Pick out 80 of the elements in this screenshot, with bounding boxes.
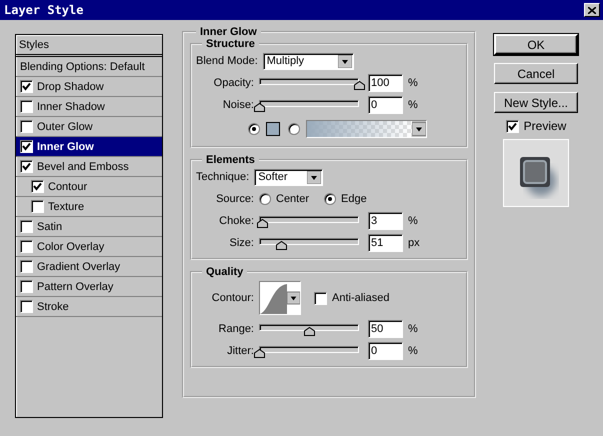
checkbox[interactable] — [20, 260, 33, 273]
style-list-item[interactable]: Gradient Overlay — [16, 257, 162, 277]
section-title: Structure — [205, 38, 256, 50]
checkbox-label: Preview — [524, 119, 566, 133]
slider-thumb[interactable] — [254, 349, 265, 358]
contour-picker[interactable] — [259, 281, 301, 315]
panel-title: Inner Glow — [199, 26, 258, 38]
field-label: Opacity: — [212, 77, 254, 89]
field-label: Source: — [215, 193, 254, 205]
dialog-button[interactable]: Cancel — [494, 63, 578, 84]
style-list-item[interactable]: Drop Shadow — [16, 77, 162, 97]
size-field[interactable]: 51 — [368, 234, 403, 252]
style-list-item[interactable]: Contour — [16, 177, 162, 197]
checkbox-label: Anti-aliased — [332, 292, 390, 304]
dialog-button[interactable]: OK — [494, 34, 578, 55]
gradient-picker[interactable] — [306, 120, 427, 138]
style-list-item[interactable]: Inner Shadow — [16, 97, 162, 117]
choke-field[interactable]: 3 — [368, 212, 403, 230]
field-label: Choke: — [218, 215, 254, 227]
radio-button[interactable] — [288, 123, 300, 135]
checkbox[interactable] — [20, 160, 33, 173]
unit-label: % — [408, 323, 418, 335]
unit-label: % — [408, 215, 418, 227]
section-title: Quality — [205, 266, 244, 278]
contour-curve-icon — [260, 282, 287, 314]
radio-label: Center — [276, 193, 310, 205]
style-list-item[interactable]: Bevel and Emboss — [16, 157, 162, 177]
slider-thumb[interactable] — [254, 103, 265, 112]
close-icon — [588, 6, 596, 14]
checkbox[interactable] — [31, 200, 44, 213]
style-list-item[interactable]: Stroke — [16, 297, 162, 317]
radio-label: Edge — [341, 193, 367, 205]
caret-icon — [307, 170, 322, 184]
style-list-item[interactable]: Blending Options: Default — [16, 57, 162, 77]
field-label: Range: — [218, 323, 254, 335]
opacity-field[interactable]: 100 — [368, 74, 403, 92]
radio-button[interactable] — [259, 193, 271, 205]
checkbox[interactable] — [20, 240, 33, 253]
checkbox[interactable] — [20, 120, 33, 133]
checkbox[interactable] — [20, 140, 33, 153]
checkbox[interactable] — [506, 120, 519, 132]
close-button[interactable] — [584, 3, 600, 17]
checkbox[interactable] — [20, 280, 33, 293]
section-title: Elements — [205, 154, 256, 166]
blend-mode-dropdown[interactable]: Multiply — [262, 52, 354, 70]
checkbox[interactable] — [20, 80, 33, 93]
checkbox[interactable] — [20, 220, 33, 233]
unit-label: % — [408, 77, 418, 89]
unit-label: % — [408, 345, 418, 357]
window-title: Layer Style — [4, 3, 84, 17]
range-field[interactable]: 50 — [368, 320, 403, 338]
field-label: Size: — [228, 237, 254, 249]
technique-dropdown[interactable]: Softer — [254, 168, 324, 186]
unit-label: px — [408, 237, 420, 249]
style-list-item[interactable]: Satin — [16, 217, 162, 237]
dialog-button[interactable]: New Style... — [494, 92, 578, 113]
caret-icon — [412, 121, 426, 137]
caret-icon — [338, 54, 352, 68]
style-list-item[interactable]: Color Overlay — [16, 237, 162, 257]
noise-field[interactable]: 0 — [368, 96, 403, 114]
style-list-item[interactable]: Pattern Overlay — [16, 277, 162, 297]
jitter-field[interactable]: 0 — [368, 342, 403, 360]
checkbox[interactable] — [314, 292, 327, 304]
slider-thumb[interactable] — [354, 81, 365, 90]
checkbox[interactable] — [20, 100, 33, 113]
field-label: Technique: — [196, 171, 250, 183]
field-label: Noise: — [222, 99, 254, 111]
unit-label: % — [408, 99, 418, 111]
style-list-item[interactable]: Inner Glow — [16, 137, 162, 157]
field-label: Contour: — [210, 292, 254, 304]
radio-button[interactable] — [324, 193, 336, 205]
color-swatch[interactable] — [266, 122, 280, 136]
style-list-header: Styles — [16, 35, 162, 57]
field-label: Jitter: — [226, 345, 254, 357]
checkbox[interactable] — [31, 180, 44, 193]
preview-drawing — [503, 139, 569, 207]
style-list-item[interactable]: Texture — [16, 197, 162, 217]
radio-button[interactable] — [248, 123, 260, 135]
field-label: Blend Mode: — [196, 55, 258, 67]
checkbox[interactable] — [20, 300, 33, 313]
